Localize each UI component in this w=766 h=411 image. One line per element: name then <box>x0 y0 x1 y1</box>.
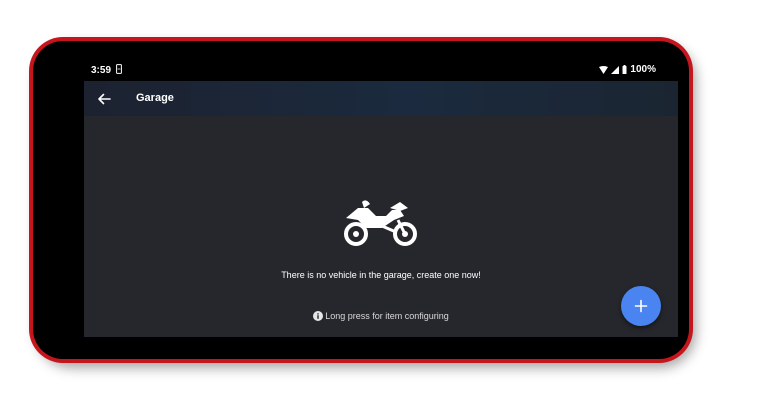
phone-bezel: 3:59 100% Garage There is no vehicle in … <box>33 41 689 359</box>
app-screen: 3:59 100% Garage There is no vehicle in … <box>84 61 678 337</box>
hint-text: Long press for item configuring <box>325 311 449 321</box>
app-bar: Garage <box>84 81 678 116</box>
status-time: 3:59 <box>91 65 112 76</box>
motorcycle-icon <box>344 200 417 246</box>
long-press-hint: Long press for item configuring <box>84 311 678 321</box>
page-title: Garage <box>136 92 174 104</box>
wifi-icon <box>599 65 609 74</box>
empty-garage-message: There is no vehicle in the garage, creat… <box>281 270 481 280</box>
signal-icon <box>611 65 620 74</box>
arrow-back-icon[interactable] <box>96 91 112 107</box>
battery-icon <box>622 65 627 74</box>
sim-icon <box>116 64 122 74</box>
status-bar: 3:59 100% <box>84 61 678 81</box>
status-icons: 100% <box>599 64 656 75</box>
plus-icon <box>634 299 648 313</box>
add-vehicle-button[interactable] <box>621 286 661 326</box>
info-icon <box>313 311 324 321</box>
phone-frame: 3:59 100% Garage There is no vehicle in … <box>29 37 693 363</box>
battery-percent: 100% <box>630 64 656 75</box>
